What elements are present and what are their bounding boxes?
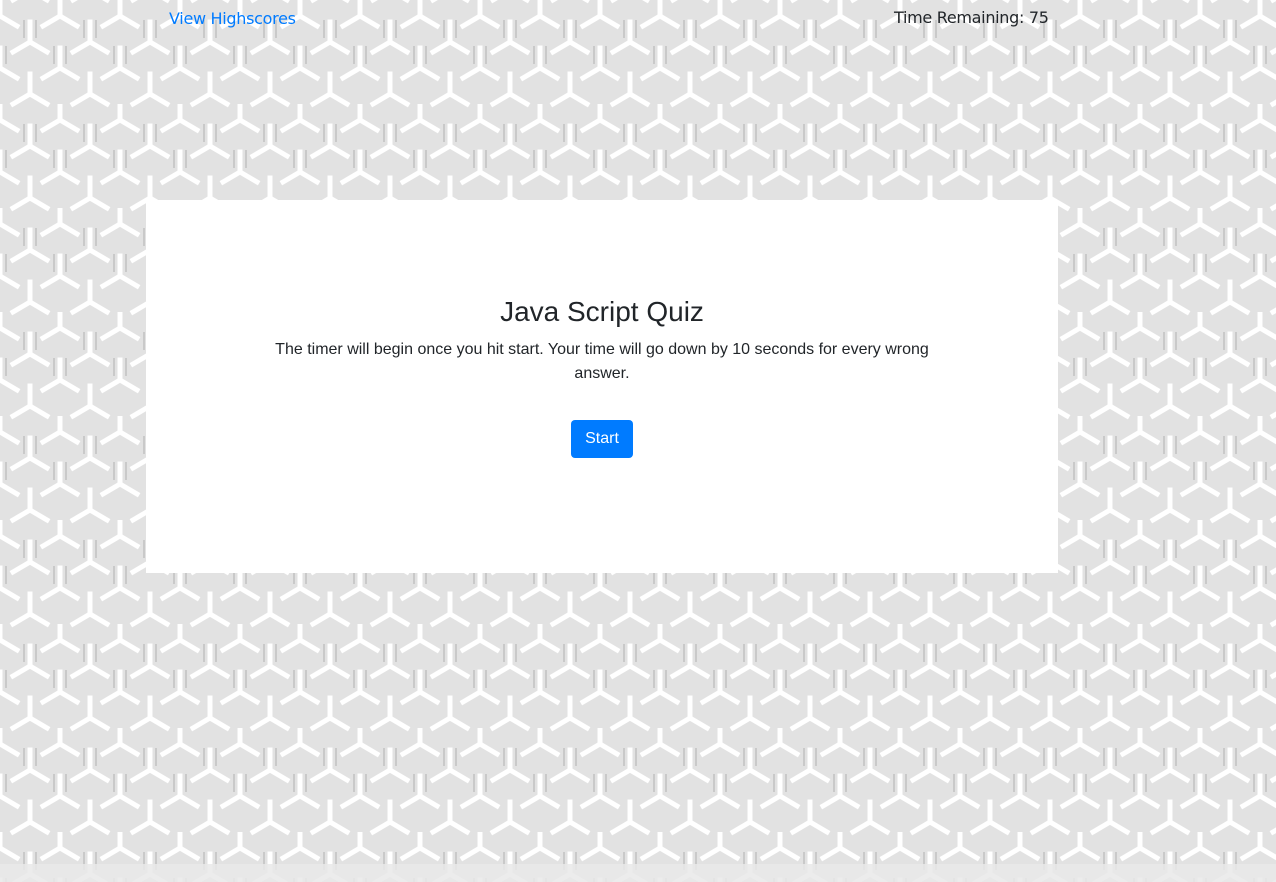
start-button[interactable]: Start — [571, 420, 633, 458]
quiz-title: Java Script Quiz — [500, 296, 704, 327]
quiz-description: The timer will begin once you hit start.… — [275, 341, 929, 382]
timer-label: Time Remaining: — [894, 8, 1029, 27]
timer-value: 75 — [1028, 8, 1049, 27]
view-highscores-link[interactable]: View Highscores — [169, 9, 296, 28]
quiz-card — [146, 200, 1058, 573]
timer-display: Time Remaining: 75 — [894, 8, 1049, 27]
bottom-strip — [0, 864, 1276, 882]
